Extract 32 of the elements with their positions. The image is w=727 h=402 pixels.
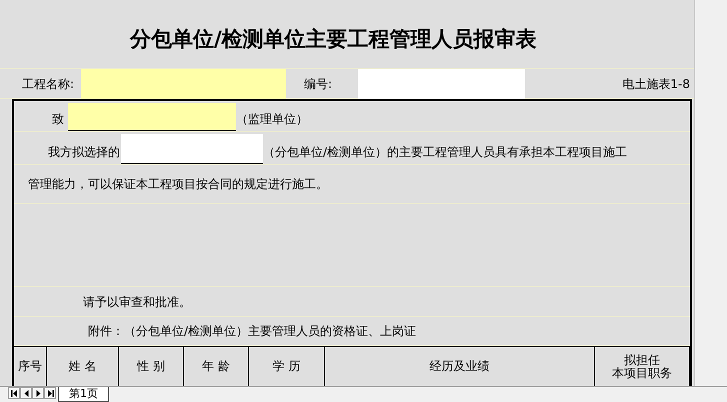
- sheet-tab[interactable]: 第1页: [58, 387, 109, 402]
- input-field[interactable]: [358, 68, 525, 98]
- column-header: 拟担任: [624, 354, 660, 366]
- column-header: 年 龄: [202, 360, 230, 373]
- column-header: 学 历: [272, 360, 300, 373]
- recipient-label: 致: [52, 111, 64, 128]
- column-header: 性 别: [137, 360, 165, 373]
- form-code: 电土施表1-8: [622, 76, 691, 92]
- body-text: 管理能力，可以保证本工程项目按合同的规定进行施工。: [28, 176, 328, 194]
- input-field[interactable]: [68, 103, 236, 132]
- first-icon: [10, 390, 18, 396]
- body-text: 请予以审查和批准。: [83, 294, 191, 311]
- input-field[interactable]: [81, 68, 286, 98]
- body-text: （分包单位/检测单位）的主要工程管理人员具有承担本工程项目施工: [263, 144, 628, 161]
- column-header: 本项目职务: [612, 366, 672, 380]
- form-title: 分包单位/检测单位主要工程管理人员报审表: [130, 27, 537, 51]
- previous-icon: [24, 390, 28, 396]
- next-icon: [36, 390, 40, 396]
- last-icon: [46, 390, 54, 396]
- column-header: 序号: [18, 360, 42, 373]
- last-sheet-button[interactable]: [44, 387, 56, 399]
- column-header: 经历及业绩: [430, 360, 490, 373]
- attachment-note: 附件：（分包单位/检测单位）主要管理人员的资格证、上岗证: [88, 323, 416, 340]
- next-sheet-button[interactable]: [32, 387, 44, 399]
- recipient-suffix: （监理单位）: [236, 111, 308, 128]
- column-header: 姓 名: [68, 360, 96, 373]
- body-text: 我方拟选择的: [48, 144, 120, 161]
- field-label: 工程名称:: [21, 76, 76, 92]
- input-field[interactable]: [121, 134, 263, 164]
- previous-sheet-button[interactable]: [20, 387, 32, 399]
- first-sheet-button[interactable]: [8, 387, 20, 399]
- field-label: 编号:: [304, 76, 334, 92]
